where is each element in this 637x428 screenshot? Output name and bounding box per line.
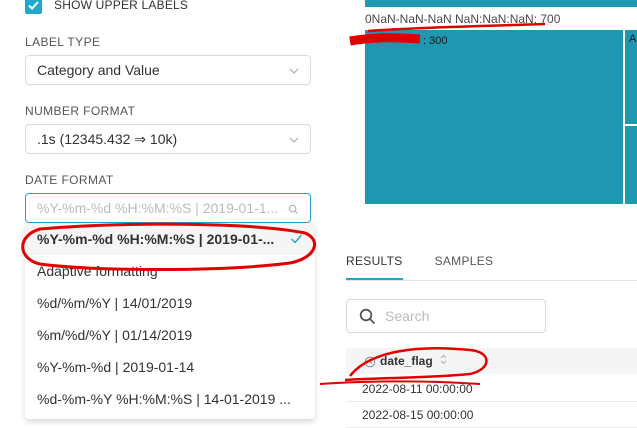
label-type-value: Category and Value bbox=[37, 62, 160, 78]
column-name: date_flag bbox=[380, 354, 433, 368]
date-format-search-input[interactable]: %Y-%m-%d %H:%M:%S | 2019-01-1... bbox=[25, 193, 311, 223]
number-format-select[interactable]: .1s (12345.432 ⇒ 10k) bbox=[25, 124, 311, 154]
label-type-label: LABEL TYPE bbox=[25, 35, 101, 49]
control-panel: SHOW UPPER LABELS LABEL TYPE Category an… bbox=[0, 0, 330, 419]
tab-samples[interactable]: SAMPLES bbox=[435, 254, 494, 280]
treemap-cell-main[interactable]: : 300 bbox=[365, 30, 623, 204]
check-icon bbox=[290, 232, 303, 248]
results-tabs: RESULTS SAMPLES bbox=[346, 254, 525, 280]
date-format-option[interactable]: %m/%d/%Y | 01/14/2019 bbox=[25, 319, 315, 351]
date-format-option-selected[interactable]: %Y-%m-%d %H:%M:%S | 2019-01-... bbox=[25, 223, 315, 255]
treemap-cell-right[interactable]: A bbox=[625, 30, 637, 124]
search-icon bbox=[288, 202, 299, 218]
table-row: 2022-08-15 00:00:00 bbox=[346, 402, 637, 428]
show-upper-labels-label: SHOW UPPER LABELS bbox=[54, 0, 189, 12]
table-row: 2022-08-11 00:00:00 bbox=[346, 376, 637, 402]
search-icon bbox=[359, 308, 376, 328]
show-upper-labels-checkbox[interactable]: SHOW UPPER LABELS bbox=[25, 0, 188, 15]
treemap-group-header: 0NaN-NaN-NaN NaN:NaN:NaN: 700 bbox=[365, 12, 561, 26]
number-format-label: NUMBER FORMAT bbox=[25, 104, 136, 118]
treemap-cell-top[interactable] bbox=[365, 0, 637, 7]
tab-results[interactable]: RESULTS bbox=[346, 254, 403, 280]
date-format-placeholder: %Y-%m-%d %H:%M:%S | 2019-01-1... bbox=[37, 200, 279, 216]
chevron-down-icon bbox=[288, 133, 300, 149]
treemap-cell-label: A bbox=[629, 33, 637, 45]
clock-icon bbox=[364, 355, 376, 373]
label-type-select[interactable]: Category and Value bbox=[25, 55, 311, 85]
date-format-option[interactable]: %d/%m/%Y | 14/01/2019 bbox=[25, 287, 315, 319]
date-format-dropdown: %Y-%m-%d %H:%M:%S | 2019-01-... Adaptive… bbox=[25, 223, 315, 419]
treemap-cell-label: : 300 bbox=[423, 35, 448, 47]
option-label: %Y-%m-%d %H:%M:%S | 2019-01-... bbox=[37, 231, 275, 247]
results-search-input[interactable]: Search bbox=[346, 299, 546, 333]
date-format-label: DATE FORMAT bbox=[25, 173, 114, 187]
checkbox-checked-icon[interactable] bbox=[25, 0, 42, 14]
tabs-divider bbox=[346, 280, 637, 281]
date-format-option[interactable]: %Y-%m-%d | 2019-01-14 bbox=[25, 351, 315, 383]
sort-icon[interactable] bbox=[440, 352, 447, 370]
search-placeholder: Search bbox=[385, 308, 430, 324]
number-format-value: .1s (12345.432 ⇒ 10k) bbox=[37, 130, 178, 147]
date-format-option[interactable]: Adaptive formatting bbox=[25, 255, 315, 287]
treemap-cell-right[interactable] bbox=[625, 126, 637, 204]
date-format-option[interactable]: %d-%m-%Y %H:%M:%S | 14-01-2019 ... bbox=[25, 383, 315, 415]
chevron-down-icon bbox=[288, 64, 300, 80]
column-header[interactable]: date_flag bbox=[346, 348, 637, 374]
